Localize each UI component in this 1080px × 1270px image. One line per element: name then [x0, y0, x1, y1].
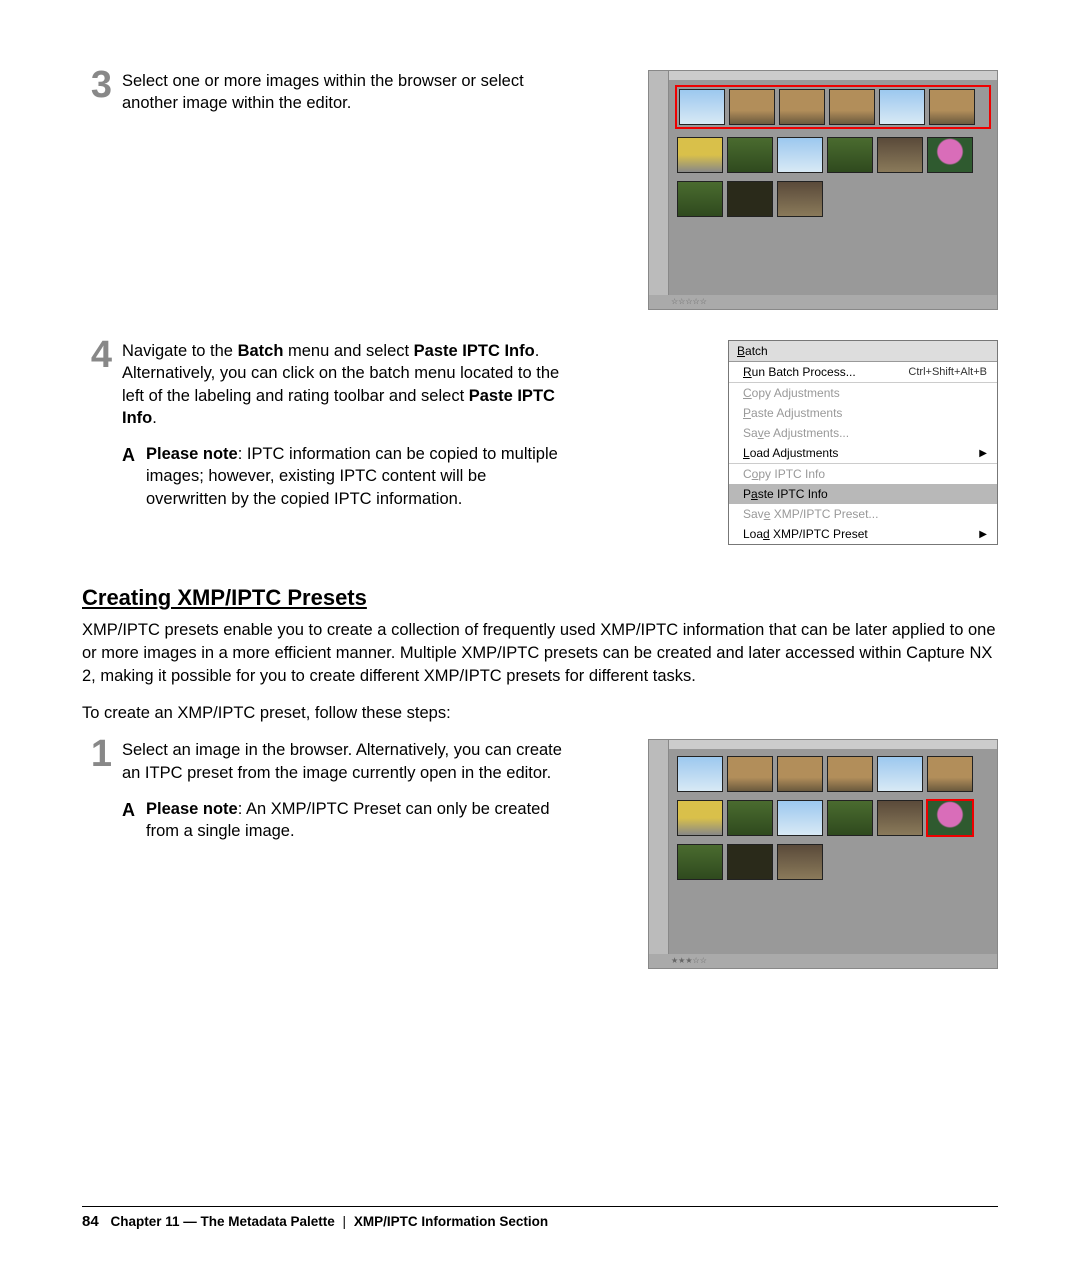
step-3-text-col: Select one or more images within the bro… [122, 70, 562, 115]
step-1-screenshot-wrap: ★★★☆☆ [648, 739, 998, 969]
footer-section: XMP/IPTC Information Section [354, 1214, 548, 1229]
menu-item: Copy IPTC Info [729, 464, 997, 484]
step-4-text: Navigate to the Batch menu and select Pa… [122, 340, 562, 429]
menu-item[interactable]: Load Adjustments▶ [729, 443, 997, 463]
menu-item: Paste Adjustments [729, 403, 997, 423]
browser-screenshot-1: ☆☆☆☆☆ [648, 70, 998, 310]
step-4-note: A Please note: IPTC information can be c… [122, 443, 562, 510]
section-para-2: To create an XMP/IPTC preset, follow the… [82, 702, 998, 725]
note-mark-icon-2: A [122, 798, 135, 822]
step-1-number: 1 [82, 737, 112, 771]
menu-item: Copy Adjustments [729, 383, 997, 403]
menu-item[interactable]: Run Batch Process...Ctrl+Shift+Alt+B [729, 362, 997, 382]
step-3-row: 3 Select one or more images within the b… [82, 70, 998, 310]
step-1-note: A Please note: An XMP/IPTC Preset can on… [122, 798, 562, 843]
step-4-menu-wrap: Batch Run Batch Process...Ctrl+Shift+Alt… [728, 340, 998, 545]
note-mark-icon: A [122, 443, 135, 467]
page-number: 84 [82, 1213, 99, 1230]
menu-item[interactable]: Paste IPTC Info [729, 484, 997, 504]
section-heading: Creating XMP/IPTC Presets [82, 585, 998, 611]
step-4-text-col: Navigate to the Batch menu and select Pa… [122, 340, 562, 510]
browser-screenshot-2: ★★★☆☆ [648, 739, 998, 969]
menu-item[interactable]: Load XMP/IPTC Preset▶ [729, 524, 997, 544]
step-4-number: 4 [82, 338, 112, 372]
section-para-1: XMP/IPTC presets enable you to create a … [82, 619, 998, 688]
menu-item: Save XMP/IPTC Preset... [729, 504, 997, 524]
footer-chapter: Chapter 11 — The Metadata Palette [110, 1214, 334, 1229]
step-1-text-col: Select an image in the browser. Alternat… [122, 739, 562, 842]
step-3-number: 3 [82, 68, 112, 102]
rating-strip-2: ★★★☆☆ [649, 954, 997, 968]
step-1-text: Select an image in the browser. Alternat… [122, 739, 562, 784]
step-1-row: 1 Select an image in the browser. Altern… [82, 739, 998, 969]
step-3-screenshot-wrap: ☆☆☆☆☆ [648, 70, 998, 310]
page-footer: 84 Chapter 11 — The Metadata Palette | X… [82, 1206, 998, 1230]
batch-menu: Batch Run Batch Process...Ctrl+Shift+Alt… [728, 340, 998, 545]
step-4-row: 4 Navigate to the Batch menu and select … [82, 340, 998, 545]
step-3-text: Select one or more images within the bro… [122, 70, 562, 115]
batch-menu-title[interactable]: Batch [729, 341, 997, 362]
menu-item: Save Adjustments... [729, 423, 997, 443]
rating-strip-1: ☆☆☆☆☆ [649, 295, 997, 309]
